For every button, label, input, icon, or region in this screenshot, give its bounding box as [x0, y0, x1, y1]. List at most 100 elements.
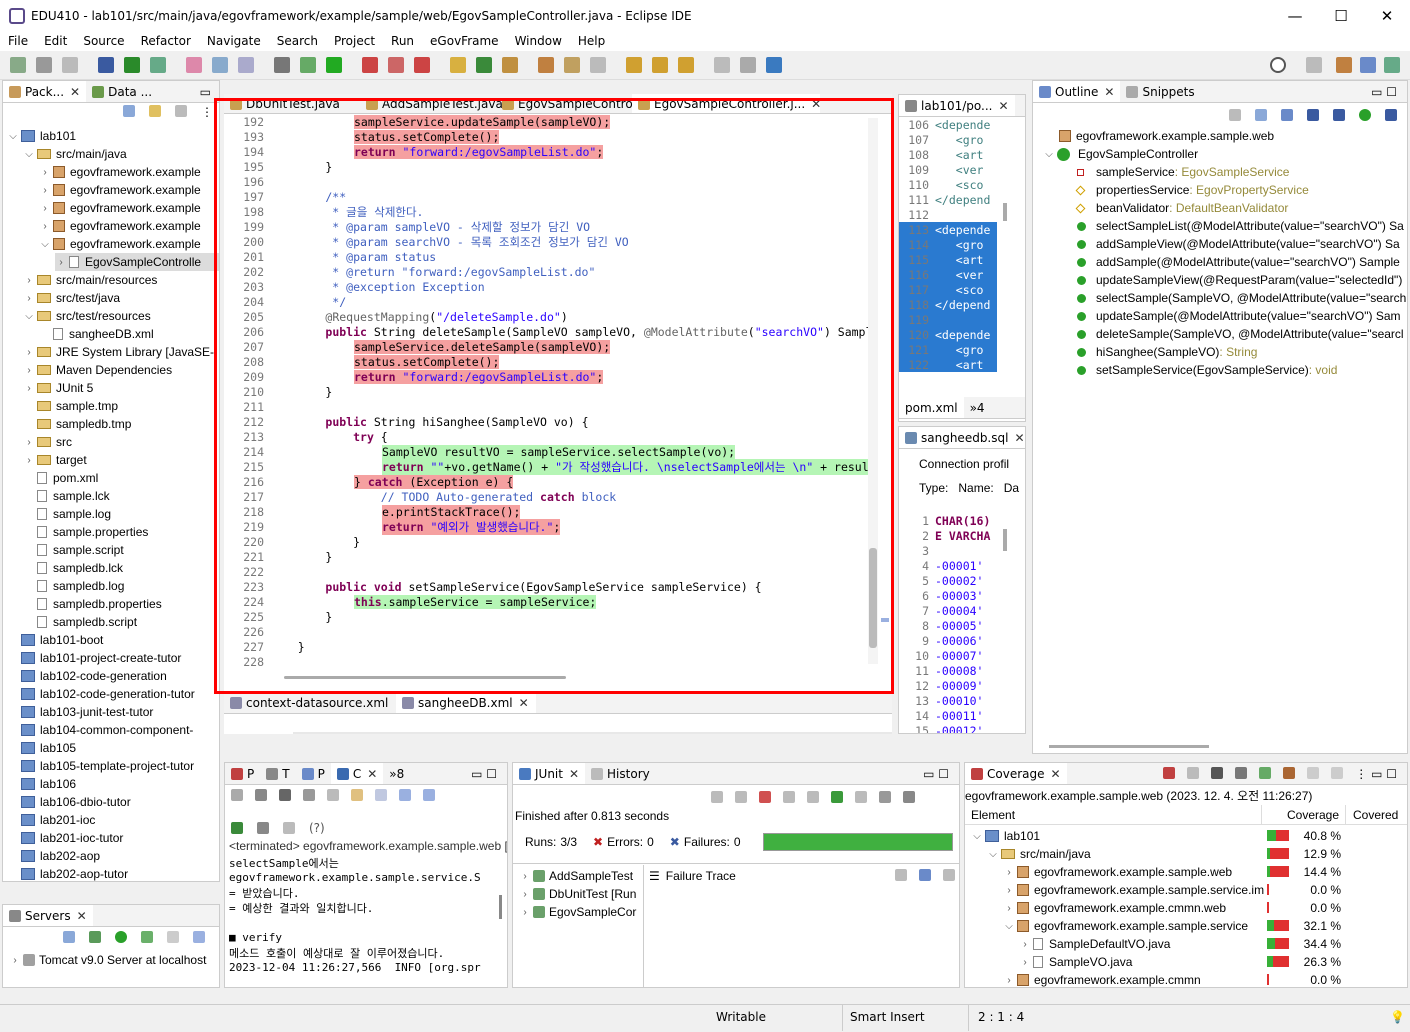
coverage-row[interactable]: ⌵ src/main/java — [987, 845, 1090, 863]
tree-item[interactable]: pom.xml — [23, 469, 98, 487]
profile-icon[interactable] — [141, 931, 153, 943]
toolbar-button-icon[interactable] — [326, 57, 342, 73]
start-icon[interactable] — [115, 931, 127, 943]
tree-item[interactable]: sampledb.tmp — [23, 415, 131, 433]
expand-icon[interactable]: › — [23, 293, 35, 304]
tree-item[interactable]: lab102-code-generation-tutor — [7, 685, 195, 703]
menu-navigate[interactable]: Navigate — [199, 34, 269, 48]
tree-item[interactable]: lab105-template-project-tutor — [7, 757, 194, 775]
expand-icon[interactable]: ⌵ — [1043, 149, 1055, 160]
tab-console-view[interactable]: C ✕ — [330, 763, 384, 784]
perspective-icon[interactable] — [1384, 57, 1400, 73]
toolbar-button-icon[interactable] — [388, 57, 404, 73]
tip-lightbulb-icon[interactable]: 💡 — [1390, 1010, 1405, 1024]
editor-hscrollbar[interactable] — [284, 676, 566, 679]
debug-icon[interactable] — [89, 931, 101, 943]
toolbar-button-icon[interactable] — [450, 57, 466, 73]
toolbar-button-icon[interactable] — [212, 57, 228, 73]
expand-icon[interactable]: ⌵ — [987, 849, 999, 860]
menu-egovframe[interactable]: eGovFrame — [422, 34, 507, 48]
compare-icon[interactable] — [919, 869, 931, 881]
toolbar-button-icon[interactable] — [414, 57, 430, 73]
tab-console-view[interactable]: T — [260, 763, 295, 784]
pom-scroll-thumb[interactable] — [1003, 203, 1007, 221]
tab-servers[interactable]: Servers ✕ — [3, 905, 93, 926]
expand-icon[interactable]: › — [519, 889, 531, 900]
publish-icon[interactable] — [193, 931, 205, 943]
editor-vscrollbar[interactable] — [868, 118, 878, 664]
coverage-row[interactable]: ⌵ lab101 — [971, 827, 1040, 845]
expand-icon[interactable]: › — [23, 275, 35, 286]
tree-item[interactable]: › JUnit 5 — [23, 379, 93, 397]
tree-item[interactable]: sample.lck — [23, 487, 110, 505]
sort-icon[interactable] — [1281, 109, 1293, 121]
tree-item[interactable]: lab202-aop-tutor — [7, 865, 128, 881]
pom-code-area[interactable]: 106 <depende 107 <gro 108 <art 109 <ver 110 <… — [899, 117, 1005, 379]
tab-coverage[interactable]: Coverage ✕ — [965, 763, 1067, 784]
tree-item[interactable]: › egovframework.example — [39, 181, 200, 199]
tree-item[interactable]: sampledb.log — [23, 577, 124, 595]
console-scroll-thumb[interactable] — [499, 895, 502, 919]
close-icon[interactable]: ✕ — [1014, 431, 1024, 445]
tree-item[interactable]: › JRE System Library [JavaSE- — [23, 343, 214, 361]
toolbar-button-icon[interactable] — [714, 57, 730, 73]
expand-icon[interactable]: ⌵ — [39, 239, 51, 250]
tab-data-source[interactable]: Data ... — [86, 81, 158, 102]
outline-item[interactable]: updateSample(@ModelAttribute(value="sear… — [1077, 307, 1401, 325]
tree-item[interactable]: lab101-boot — [7, 631, 103, 649]
minimize-icon[interactable]: ▭ ☐ — [1371, 85, 1407, 99]
tree-item[interactable]: lab106 — [7, 775, 76, 793]
expand-icon[interactable]: › — [1003, 867, 1015, 878]
expand-icon[interactable]: › — [23, 383, 35, 394]
expand-icon[interactable]: ⌵ — [7, 131, 19, 142]
coverage-row[interactable]: › egovframework.example.cmmn — [1003, 971, 1200, 987]
outline-item[interactable]: selectSampleList(@ModelAttribute(value="… — [1077, 217, 1404, 235]
toolbar-button-icon[interactable] — [626, 57, 642, 73]
expand-icon[interactable]: › — [39, 167, 51, 178]
toolbar-button-icon[interactable] — [538, 57, 554, 73]
expand-icon[interactable]: › — [23, 347, 35, 358]
expand-icon[interactable]: › — [1003, 975, 1015, 986]
outline-item[interactable]: selectSample(SampleVO, @ModelAttribute(v… — [1077, 289, 1406, 307]
perspective-icon[interactable] — [1306, 57, 1322, 73]
close-icon[interactable]: ✕ — [367, 767, 377, 781]
tree-item[interactable]: lab101-project-create-tutor — [7, 649, 181, 667]
close-icon[interactable]: ✕ — [1104, 85, 1114, 99]
hide-local-types-icon[interactable] — [1385, 109, 1397, 121]
toolbar-button-icon[interactable] — [766, 57, 782, 73]
close-icon[interactable]: ✕ — [519, 696, 529, 710]
menu-window[interactable]: Window — [507, 34, 570, 48]
toolbar-button-icon[interactable] — [124, 57, 140, 73]
outline-item[interactable]: ⌵ EgovSampleController — [1043, 145, 1198, 163]
tree-item[interactable]: lab105 — [7, 739, 76, 757]
expand-icon[interactable]: › — [39, 221, 51, 232]
sync-icon[interactable] — [1229, 109, 1241, 121]
tab-xml-file[interactable]: sangheeDB.xml ✕ — [396, 692, 536, 713]
menu-file[interactable]: File — [0, 34, 36, 48]
tab-package-explorer[interactable]: Pack... ✕ — [3, 81, 87, 102]
outline-item[interactable]: beanValidator : DefaultBeanValidator — [1075, 199, 1288, 217]
tree-item[interactable]: lab103-junit-test-tutor — [7, 703, 153, 721]
toolbar-button-icon[interactable] — [62, 57, 78, 73]
col-covered[interactable]: Covered — [1353, 808, 1398, 822]
minimize-button[interactable]: — — [1272, 0, 1318, 31]
tab-overflow[interactable]: »4 — [964, 397, 991, 418]
pin-icon[interactable] — [231, 822, 243, 834]
tab-pom[interactable]: lab101/po... ✕ — [899, 95, 1015, 116]
stop-icon[interactable] — [167, 931, 179, 943]
toolbar-button-icon[interactable] — [476, 57, 492, 73]
toolbar-button-icon[interactable] — [186, 57, 202, 73]
perspective-icon[interactable] — [1336, 57, 1352, 73]
tree-item[interactable]: sample.tmp — [23, 397, 118, 415]
perspective-icon[interactable] — [1360, 57, 1376, 73]
menu-help[interactable]: Help — [570, 34, 613, 48]
tree-item[interactable]: › egovframework.example — [39, 163, 200, 181]
tab-sangheedb-sql[interactable]: sangheedb.sql ✕ — [899, 427, 1025, 448]
tree-item[interactable]: › egovframework.example — [39, 217, 200, 235]
sql-scroll-thumb[interactable] — [1003, 529, 1007, 551]
tab-source[interactable]: Source — [293, 732, 362, 734]
hide-nonpublic-icon[interactable] — [1359, 109, 1371, 121]
col-element[interactable]: Element — [971, 808, 1015, 822]
tree-item[interactable]: lab201-ioc-tutor — [7, 829, 123, 847]
regex-icon[interactable]: (?) — [309, 821, 325, 835]
